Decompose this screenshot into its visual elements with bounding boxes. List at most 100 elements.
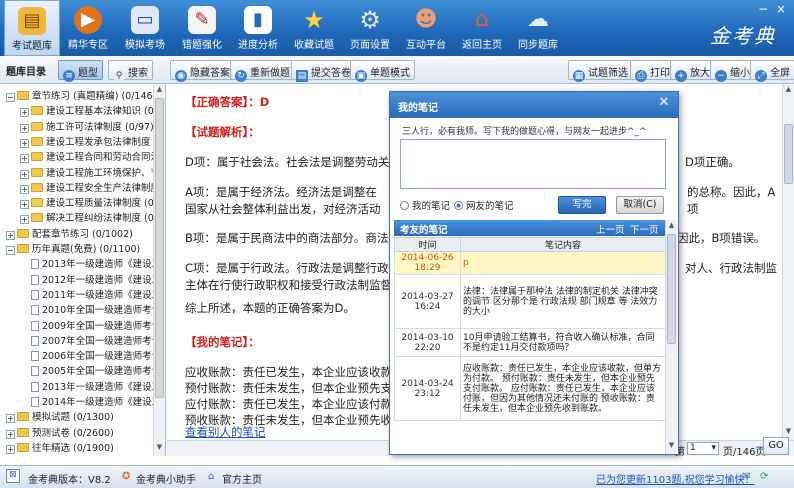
filter-icon: ▦ — [573, 70, 585, 82]
tree-item-label: 2005年全国一级建造师考试《 — [42, 366, 166, 378]
toolbar-error-drill-button[interactable]: ✎ 错题强化 — [174, 0, 230, 56]
toolbar-sync-button[interactable]: ☁ 同步题库 — [510, 0, 566, 56]
prev-page-link[interactable]: 上一页 — [596, 222, 625, 236]
radio-selected-icon — [454, 201, 463, 210]
fullscreen-button[interactable]: ⤢ 全屏 — [750, 60, 794, 82]
radio-friends-notes[interactable]: 网友的笔记 — [454, 198, 514, 212]
gear-icon: ⚙ — [359, 6, 381, 34]
update-notice[interactable]: 已为您更新1103题,祝您学习愉快！ — [596, 471, 755, 486]
expand-icon[interactable]: + — [6, 414, 15, 424]
hide-answer-button[interactable]: ◉ 隐藏答案 — [170, 60, 235, 82]
tree-item-label: 施工许可法律制度 (0/97) — [46, 121, 154, 133]
single-mode-button[interactable]: ▣ 单题模式 — [350, 60, 415, 82]
tree-item-label: 2007年全国一级建造师考试《 — [42, 335, 166, 347]
radio-my-notes[interactable]: 我的笔记 — [400, 198, 450, 212]
scroll-up-icon[interactable]: ▲ — [783, 85, 794, 97]
tree-item-label: 预测试卷 (0/2600) — [32, 427, 114, 439]
analysis-a: A项：是属于经济法。经济法是调整在国家从社会整体利益出发，对经济活动实行干预、管… — [185, 185, 381, 216]
expand-icon[interactable]: + — [20, 154, 29, 164]
close-icon[interactable]: ✕ — [656, 96, 672, 112]
toolbar-page-settings-button[interactable]: ⚙ 页面设置 — [342, 0, 398, 56]
toolbar-community-button[interactable]: ☻ 互动平台 — [398, 0, 454, 56]
document-icon — [31, 259, 39, 270]
scroll-thumb[interactable] — [155, 98, 164, 398]
expand-icon[interactable]: + — [6, 429, 15, 439]
toolbar-favorites-button[interactable]: ★ 收藏试题 — [286, 0, 342, 56]
expand-icon[interactable]: + — [20, 138, 29, 148]
redo-button[interactable]: ↻ 重新做题 — [230, 60, 295, 82]
list-icon: ≡ — [63, 70, 75, 82]
folder-icon — [31, 182, 43, 192]
tree-item-label: 2014年一级建造师《建设工程 — [42, 397, 166, 408]
document-icon — [31, 274, 39, 285]
expand-icon[interactable]: + — [6, 444, 15, 454]
refresh-icon[interactable]: ⟳ — [760, 471, 768, 482]
col-time-header: 时间 — [394, 237, 461, 252]
tree-item-label: 历年真题(免费) (0/1100) — [32, 244, 141, 255]
note-input[interactable] — [400, 139, 666, 189]
friends-notes-table: 时间 笔记内容 2014-06-26 18:29 p 2014-03-27 16:2… — [394, 237, 666, 421]
expand-icon[interactable]: + — [6, 230, 15, 240]
toolbar-label: 模拟考场 — [125, 40, 165, 51]
main-toolbar: ▤ 考试题库 ▶ 精华专区 ▭ 模拟考场 ✎ 错题强化 ▮ 进度分析 ★ 收藏试… — [0, 0, 794, 56]
scroll-up-icon[interactable]: ▲ — [154, 85, 165, 97]
toolbar-home-button[interactable]: ⌂ 返回主页 — [454, 0, 510, 56]
print-button[interactable]: ⎙ 打印 — [630, 60, 675, 82]
zoom-in-button[interactable]: + 放大 — [670, 60, 715, 82]
go-button[interactable]: GO — [763, 437, 789, 455]
filter-button[interactable]: ▦ 试题筛选 — [568, 60, 633, 82]
analysis-b-tail: 因此，B项错误。 — [677, 231, 766, 245]
official-site-link[interactable]: 官方主页 — [222, 471, 262, 486]
toolbar-exam-bank-button[interactable]: ▤ 考试题库 — [4, 0, 60, 56]
scroll-up-icon[interactable]: ▲ — [666, 221, 677, 233]
collapse-icon[interactable]: − — [6, 93, 15, 102]
mail-icon[interactable]: ✉ — [742, 471, 750, 482]
content-scrollbar[interactable]: ▲ ▼ — [782, 84, 794, 440]
submit-button[interactable]: ▤ 提交答卷 — [291, 60, 356, 82]
expand-icon: ⤢ — [755, 70, 767, 82]
home-icon: ⌂ — [475, 7, 489, 32]
expand-icon[interactable]: + — [20, 123, 29, 133]
close-window-icon[interactable]: × — [774, 2, 788, 16]
radio-label: 网友的笔记 — [466, 201, 514, 212]
toolbar-label: 返回主页 — [462, 40, 502, 51]
collapse-icon[interactable]: − — [6, 246, 15, 255]
folder-icon — [17, 442, 29, 452]
expand-icon[interactable]: + — [20, 184, 29, 194]
expand-icon[interactable]: + — [20, 169, 29, 179]
zoom-out-button[interactable]: − 缩小 — [710, 60, 755, 82]
notes-scrollbar[interactable]: ▲ ▼ — [665, 220, 677, 454]
document-icon: ▤ — [296, 70, 308, 82]
note-line-3: 应付账款：责任已发生，本企业应该付款 — [185, 397, 392, 411]
cancel-button[interactable]: 取消(C) — [616, 196, 664, 214]
tree-item-label: 2006年全国一级建造师考试《 — [42, 351, 166, 363]
note-time: 2014-03-10 22:20 — [394, 328, 461, 357]
tree-scrollbar[interactable]: ▲ ▼ — [153, 84, 165, 456]
tree-item-label: 解决工程纠纷法律制度 (0/18 — [46, 213, 166, 225]
scroll-down-icon[interactable]: ▼ — [666, 441, 677, 453]
tab-question-type[interactable]: ≡ 题型 — [58, 60, 103, 82]
expand-icon[interactable]: + — [20, 200, 29, 210]
analysis-a-tail: 的总称。因此，A项 — [687, 185, 776, 216]
next-page-link[interactable]: 下一页 — [630, 222, 659, 236]
toolbar-highlights-button[interactable]: ▶ 精华专区 — [60, 0, 116, 56]
toolbar-label: 收藏试题 — [294, 40, 334, 51]
minimize-icon[interactable]: − — [756, 2, 770, 16]
tree-folder-item[interactable]: + 往年精选 (0/1900) — [6, 440, 158, 456]
search-icon: ⚲ — [113, 70, 125, 82]
view-others-notes-link[interactable]: 查看别人的笔记 — [185, 424, 305, 440]
toolbar-mock-exam-button[interactable]: ▭ 模拟考场 — [117, 0, 173, 56]
expand-icon[interactable]: + — [20, 215, 29, 225]
write-done-button[interactable]: 写完 — [558, 196, 606, 214]
helper-link[interactable]: 金考典小助手 — [136, 471, 196, 486]
toolbar-progress-button[interactable]: ▮ 进度分析 — [230, 0, 286, 56]
scroll-down-icon[interactable]: ▼ — [154, 443, 165, 455]
tab-search[interactable]: ⚲ 搜索 — [108, 60, 153, 82]
folder-icon — [17, 244, 29, 253]
tree-item-label: 模拟试题 (0/1300) — [32, 412, 114, 424]
expand-icon[interactable]: + — [20, 108, 29, 118]
scroll-thumb[interactable] — [784, 124, 793, 184]
toolbar-label: 精华专区 — [68, 40, 108, 51]
page-select[interactable]: 1 ▾ — [687, 442, 719, 455]
scroll-thumb[interactable] — [667, 234, 676, 344]
